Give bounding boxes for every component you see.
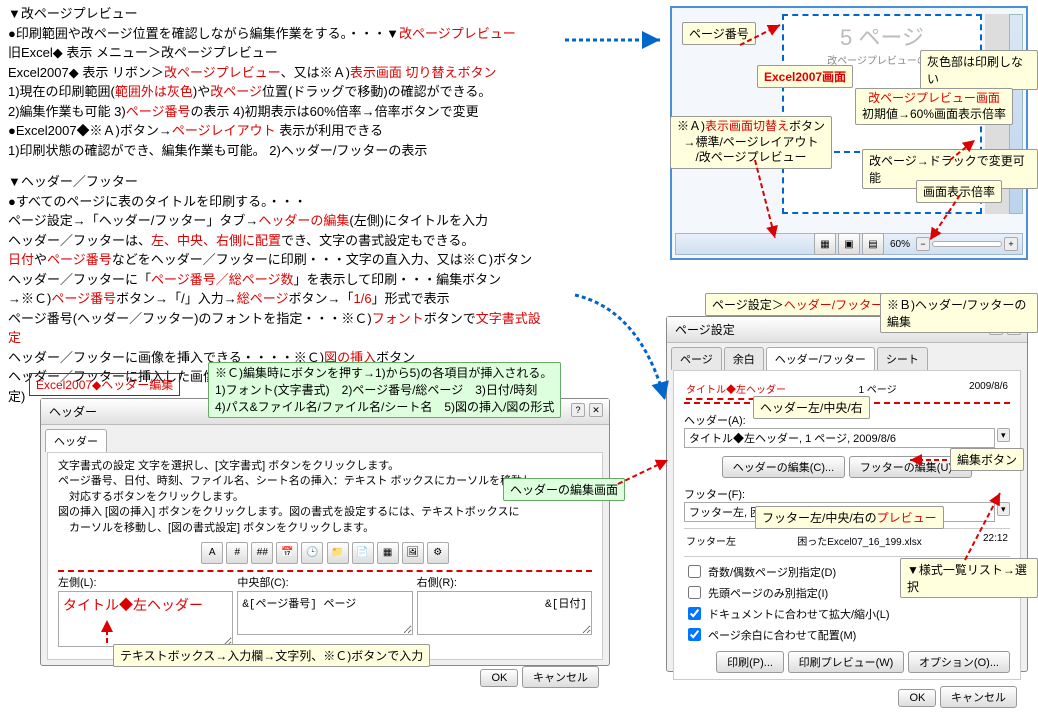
edit-header-btn[interactable]: ヘッダーの編集(C)... [722, 456, 845, 478]
callout-zoom: 画面表示倍率 [916, 180, 1002, 203]
help-icon[interactable]: ? [571, 403, 585, 417]
time-icon[interactable]: 🕒 [301, 542, 323, 564]
callout-hlcr: ヘッダー左/中央/右 [753, 396, 870, 419]
dlg2-tabs: ページ 余白 ヘッダー/フッター シート [667, 343, 1027, 370]
page-number-watermark: 5 ページ [784, 20, 980, 52]
callout-stylelist: ▼様式一覧リスト→選択 [900, 558, 1038, 598]
date-icon[interactable]: 📅 [276, 542, 298, 564]
cancel-btn[interactable]: キャンセル [522, 666, 599, 688]
font-icon[interactable]: A [201, 542, 223, 564]
view-normal-icon[interactable]: ▦ [814, 233, 836, 255]
tab-header[interactable]: ヘッダー [45, 429, 107, 452]
h2: ▼ヘッダー／フッター [8, 172, 548, 192]
callout-e2007-hdredit: Excel2007◆ヘッダー編集 [29, 373, 180, 396]
file-icon[interactable]: 📄 [352, 542, 374, 564]
zoom-value: 60% [890, 239, 910, 250]
tab-sheet[interactable]: シート [877, 347, 928, 370]
center-textbox[interactable] [237, 591, 412, 635]
h1: ▼改ページプレビュー [8, 4, 548, 24]
callout-hdreditscreen: ヘッダーの編集画面 [503, 478, 625, 501]
sheet-icon[interactable]: ▦ [377, 542, 399, 564]
callout-editbtn: 編集ボタン [950, 448, 1024, 471]
chevron-down-icon[interactable]: ▾ [997, 428, 1010, 442]
page-setup-dialog: ページ設定 ?✕ ページ 余白 ヘッダー/フッター シート タイトル◆左ヘッダー… [666, 316, 1028, 672]
pages-icon[interactable]: ## [251, 542, 273, 564]
callout-page-number: ページ番号 [682, 22, 756, 45]
zoom-plus[interactable]: + [1004, 237, 1018, 251]
view-layout-icon[interactable]: ▣ [838, 233, 860, 255]
opt-scale[interactable]: ドキュメントに合わせて拡大/縮小(L) [684, 603, 1010, 624]
callout-insertbtn: ※Ｃ)編集時にボタンを押す→1)から5)の各項目が挿入される。1)フォント(文字… [208, 362, 561, 418]
ok-btn[interactable]: OK [480, 669, 518, 687]
tab-margin[interactable]: 余白 [724, 347, 764, 370]
header-dialog: ヘッダー ?✕ ヘッダー 文字書式の設定 文字を選択し、[文字書式] ボタンをク… [40, 398, 610, 666]
callout-pagesetup: ページ設定＞ヘッダー/フッター [705, 293, 890, 316]
tab-page[interactable]: ページ [671, 347, 722, 370]
print-btn[interactable]: 印刷(P)... [716, 651, 784, 673]
callout-hf-edit: ※Ｂ)ヘッダー/フッターの編集 [880, 293, 1038, 333]
left-textbox[interactable] [58, 591, 233, 647]
right-textbox[interactable] [417, 591, 592, 635]
pagenum-icon[interactable]: # [226, 542, 248, 564]
callout-viewbtn: ※Ａ)表示画面切替えボタン →標準/ページレイアウト/改ページプレビュー [670, 116, 832, 169]
zoom-slider[interactable] [932, 241, 1002, 247]
footer-preview: フッター左困ったExcel07_16_199.xlsx22:12 [684, 528, 1010, 552]
statusbar: ▦ ▣ ▤ 60% − + [675, 233, 1023, 255]
opt-align[interactable]: ページ余白に合わせて配置(M) [684, 624, 1010, 645]
zoom-minus[interactable]: − [916, 237, 930, 251]
picformat-icon[interactable]: ⚙ [427, 542, 449, 564]
callout-fprev: フッター左/中央/右のプレビュー [755, 506, 944, 529]
path-icon[interactable]: 📁 [327, 542, 349, 564]
callout-gray: 灰色部は印刷しない [920, 50, 1038, 90]
ok-btn[interactable]: OK [898, 689, 936, 707]
callout-e2007: Excel2007画面 [757, 65, 853, 88]
picture-icon[interactable]: 🖼 [402, 542, 424, 564]
view-pbreak-icon[interactable]: ▤ [862, 233, 884, 255]
options-btn[interactable]: オプション(O)... [908, 651, 1010, 673]
chevron-down-icon[interactable]: ▾ [997, 502, 1010, 516]
callout-textbox: テキストボックス→入力欄→文字列、※Ｃ)ボタンで入力 [113, 644, 430, 667]
cancel-btn[interactable]: キャンセル [940, 686, 1017, 708]
callout-pbview: 改ページプレビュー画面初期値→60%画面表示倍率 [855, 88, 1013, 125]
close-icon[interactable]: ✕ [589, 403, 603, 417]
print-preview-btn[interactable]: 印刷プレビュー(W) [788, 651, 905, 673]
tab-headerfooter[interactable]: ヘッダー/フッター [766, 347, 875, 370]
header-select[interactable] [684, 428, 995, 448]
doc-text: ▼改ページプレビュー ●印刷範囲や改ページ位置を確認しながら編集作業をする。・・… [8, 4, 548, 406]
insert-toolbar: A # ## 📅 🕒 📁 📄 ▦ 🖼 ⚙ [58, 542, 592, 564]
